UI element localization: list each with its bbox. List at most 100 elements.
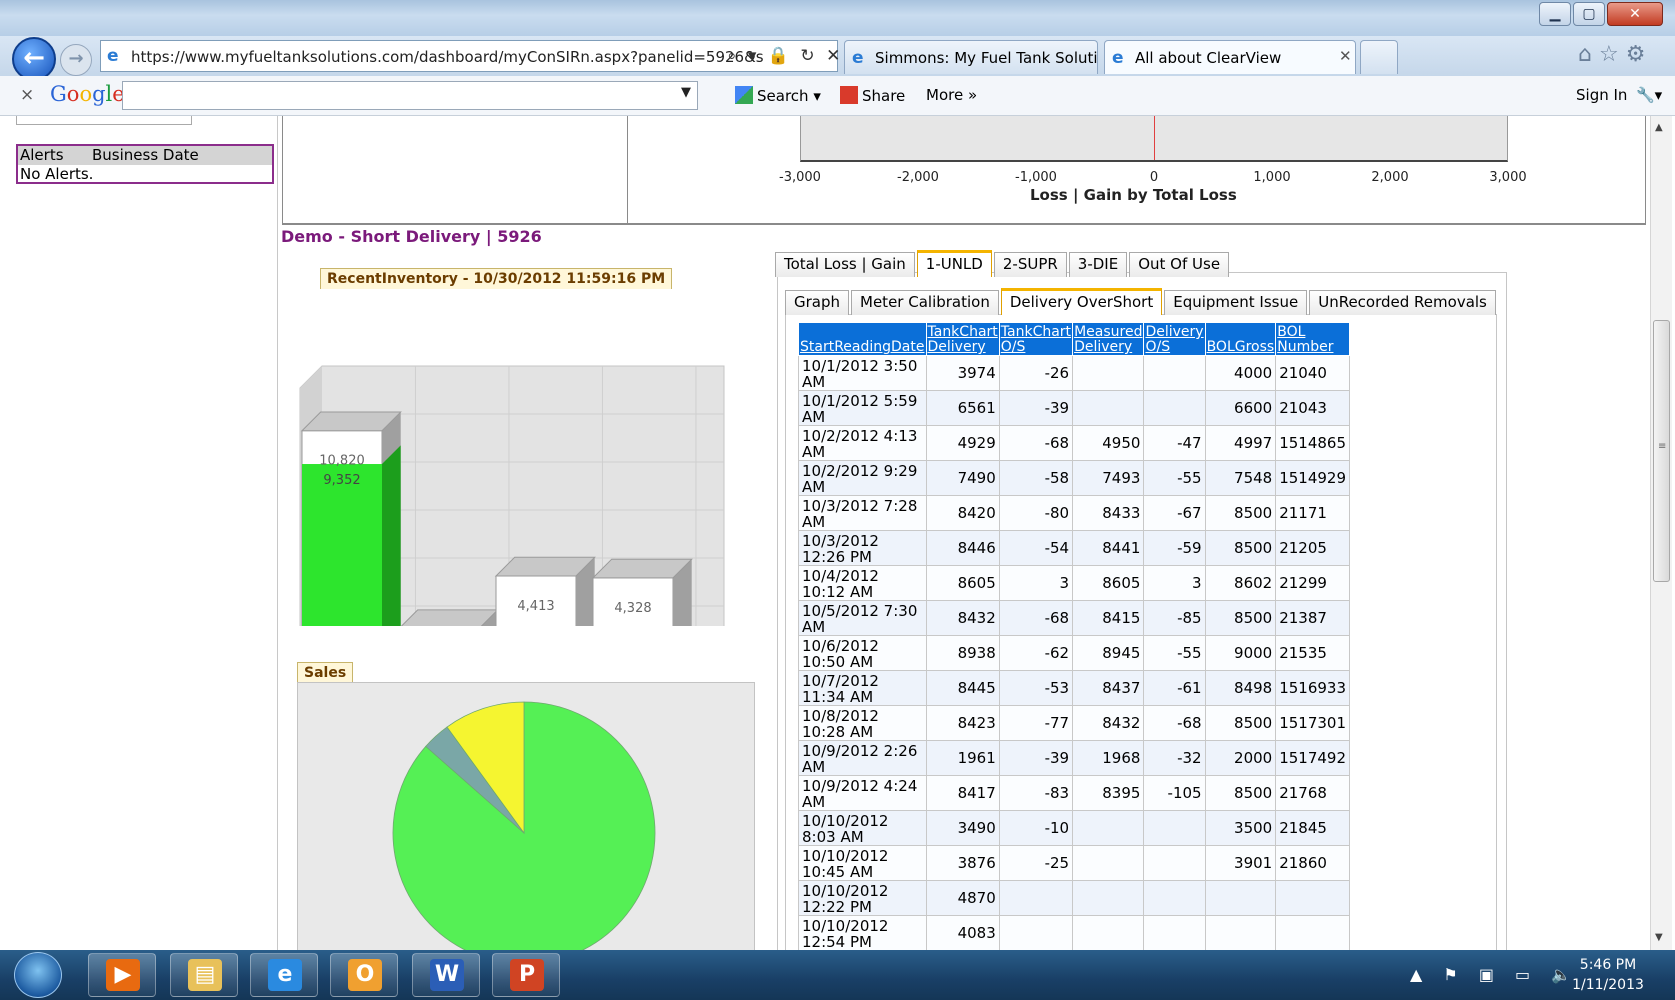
address-tools-icons[interactable]: ⌕ ▾ 🔒 ↻ ✕: [727, 46, 843, 66]
alerts-column-header[interactable]: Alerts: [20, 146, 64, 165]
table-cell: 7548: [1204, 460, 1277, 496]
sign-in-link[interactable]: Sign In: [1576, 86, 1627, 104]
table-cell: 10/4/2012 10:12 AM: [798, 565, 927, 601]
table-row[interactable]: 10/1/2012 3:50 AM 3974 -26 4000 21040: [798, 355, 1351, 391]
tab-equipment-issue[interactable]: Equipment Issue: [1164, 290, 1308, 315]
column-header[interactable]: StartReadingDate: [798, 322, 927, 356]
google-search-input[interactable]: ▼: [122, 81, 698, 110]
taskbar-clock[interactable]: 5:46 PM 1/11/2013: [1568, 955, 1648, 995]
browser-tab-clearview[interactable]: e All about ClearView ✕: [1104, 40, 1356, 74]
close-toolbar-icon[interactable]: ×: [20, 85, 34, 105]
tab-3-die[interactable]: 3-DIE: [1068, 252, 1128, 277]
grip-icon: ≡: [1658, 441, 1667, 452]
table-row[interactable]: 10/5/2012 7:30 AM 8432 -68 8415 -85 8500 21387: [798, 600, 1351, 636]
column-header[interactable]: Delivery O/S: [1143, 322, 1206, 356]
column-header-line: StartReadingDate: [800, 339, 925, 355]
scroll-down-icon[interactable]: ▼: [1655, 932, 1663, 943]
column-header[interactable]: TankChart Delivery: [925, 322, 1000, 356]
column-header[interactable]: Measured Delivery: [1072, 322, 1145, 356]
tab-delivery-overshort[interactable]: Delivery OverShort: [1000, 288, 1163, 315]
table-cell: 10/3/2012 7:28 AM: [798, 495, 927, 531]
word-taskbar-button[interactable]: W: [412, 953, 480, 997]
internet-explorer-taskbar-button[interactable]: e: [250, 953, 318, 997]
wrench-icon[interactable]: 🔧▾: [1636, 86, 1662, 104]
table-cell: 8415: [1072, 600, 1145, 636]
table-row[interactable]: 10/9/2012 2:26 AM 1961 -39 1968 -32 2000 15174…: [798, 740, 1351, 776]
table-cell: 8446: [925, 530, 1000, 566]
tank-tabs: Total Loss | Gain 1-UNLD 2-SUPR 3-DIE Out Of…: [775, 250, 1231, 277]
table-cell: -85: [1143, 600, 1206, 636]
start-button[interactable]: [14, 952, 62, 998]
table-row[interactable]: 10/7/2012 11:34 AM 8445 -53 8437 -61 8498 1516…: [798, 670, 1351, 706]
address-url[interactable]: https://www.myfueltanksolutions.com/dash…: [131, 48, 764, 66]
table-cell: -58: [998, 460, 1074, 496]
table-cell: [1204, 880, 1277, 916]
table-cell: -77: [998, 705, 1074, 741]
table-row[interactable]: 10/3/2012 7:28 AM 8420 -80 8433 -67 8500 21171: [798, 495, 1351, 531]
table-row[interactable]: 10/10/2012 12:54 PM 4083: [798, 915, 1351, 951]
axis-tick-label: 3,000: [1489, 170, 1527, 185]
table-cell: [1143, 845, 1206, 881]
table-cell: 8432: [925, 600, 1000, 636]
share-button[interactable]: Share: [840, 86, 905, 105]
left-panel: Alerts Business Date No Alerts.: [10, 116, 278, 950]
table-row[interactable]: 10/4/2012 10:12 AM 8605 3 8605 3 8602 21299: [798, 565, 1351, 601]
table-cell: 9000: [1204, 635, 1277, 671]
table-row[interactable]: 10/2/2012 9:29 AM 7490 -58 7493 -55 7548 15149…: [798, 460, 1351, 496]
chevron-down-icon[interactable]: ▼: [681, 85, 691, 100]
powerpoint-taskbar-button[interactable]: P: [492, 953, 560, 997]
table-cell: 1514865: [1275, 425, 1351, 461]
system-tray-icons[interactable]: ▲ ⚑ ▣ ▭ 🔈: [1410, 965, 1579, 984]
clock-date: 1/11/2013: [1572, 977, 1644, 993]
close-tab-icon[interactable]: ✕: [1339, 47, 1352, 65]
table-row[interactable]: 10/3/2012 12:26 PM 8446 -54 8441 -59 8500 2120…: [798, 530, 1351, 566]
table-cell: -10: [998, 810, 1074, 846]
tab-2-supr[interactable]: 2-SUPR: [993, 252, 1067, 277]
tab-meter-calibration[interactable]: Meter Calibration: [851, 290, 999, 315]
home-favorites-tools-icons[interactable]: ⌂☆⚙: [1578, 42, 1652, 67]
tab-1-unld[interactable]: 1-UNLD: [916, 250, 992, 277]
media-player-taskbar-button[interactable]: ▶: [88, 953, 156, 997]
table-row[interactable]: 10/10/2012 10:45 AM 3876 -25 3901 21860: [798, 845, 1351, 881]
ie-tab-icon: e: [852, 48, 864, 68]
tab-out-of-use[interactable]: Out Of Use: [1129, 252, 1230, 277]
table-row[interactable]: 10/10/2012 8:03 AM 3490 -10 3500 21845: [798, 810, 1351, 846]
outlook-taskbar-button[interactable]: O: [330, 953, 398, 997]
table-cell: 1516933: [1275, 670, 1351, 706]
minimize-button[interactable]: ▁: [1539, 2, 1571, 26]
tab-graph[interactable]: Graph: [785, 290, 850, 315]
table-cell: 4000: [1204, 355, 1277, 391]
more-button[interactable]: More »: [926, 86, 977, 104]
column-header-line: BOL: [1277, 324, 1306, 340]
google-search-button[interactable]: Search ▾: [735, 86, 821, 105]
table-cell: 8437: [1072, 670, 1145, 706]
clock-time: 5:46 PM: [1579, 957, 1637, 973]
scroll-up-icon[interactable]: ▲: [1655, 122, 1663, 133]
table-row[interactable]: 10/8/2012 10:28 AM 8423 -77 8432 -68 8500 1517…: [798, 705, 1351, 741]
column-header[interactable]: BOL Number: [1275, 322, 1351, 356]
column-header[interactable]: BOLGross: [1204, 322, 1277, 356]
tab-unrecorded-removals[interactable]: UnRecorded Removals: [1309, 290, 1496, 315]
forward-button[interactable]: →: [60, 44, 92, 76]
scrollbar-thumb[interactable]: ≡: [1653, 320, 1670, 582]
table-row[interactable]: 10/6/2012 10:50 AM 8938 -62 8945 -55 9000 2153…: [798, 635, 1351, 671]
new-tab-button[interactable]: [1360, 40, 1398, 74]
table-cell: 21040: [1275, 355, 1351, 391]
sales-tab[interactable]: Sales: [297, 662, 354, 683]
business-date-column-header[interactable]: Business Date: [92, 146, 199, 165]
table-row[interactable]: 10/9/2012 4:24 AM 8417 -83 8395 -105 8500 2176…: [798, 775, 1351, 811]
back-button[interactable]: ←: [12, 37, 56, 81]
table-row[interactable]: 10/1/2012 5:59 AM 6561 -39 6600 21043: [798, 390, 1351, 426]
maximize-button[interactable]: ▢: [1573, 2, 1605, 26]
table-row[interactable]: 10/10/2012 12:22 PM 4870: [798, 880, 1351, 916]
vertical-scrollbar[interactable]: ▲ ≡ ▼: [1650, 116, 1672, 950]
table-cell: 10/1/2012 3:50 AM: [798, 355, 927, 391]
table-cell: 3974: [925, 355, 1000, 391]
tab-total-loss-gain[interactable]: Total Loss | Gain: [775, 252, 915, 277]
column-header[interactable]: TankChart O/S: [998, 322, 1074, 356]
address-bar[interactable]: e https://www.myfueltanksolutions.com/da…: [100, 40, 840, 72]
browser-tab-simmons[interactable]: e Simmons: My Fuel Tank Soluti...: [844, 40, 1098, 74]
close-window-button[interactable]: ✕: [1607, 2, 1663, 26]
explorer-taskbar-button[interactable]: ▤: [170, 953, 238, 997]
table-row[interactable]: 10/2/2012 4:13 AM 4929 -68 4950 -47 4997 15148…: [798, 425, 1351, 461]
